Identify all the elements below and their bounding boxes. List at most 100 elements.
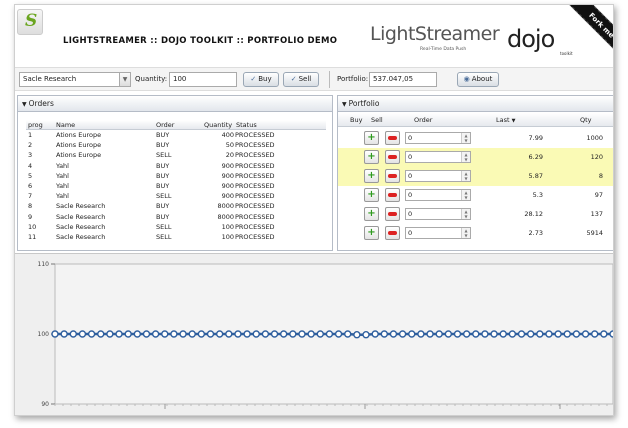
table-row[interactable]: 4 Yahl BUY 900 PROCESSED: [26, 161, 326, 171]
order-quantity-stepper[interactable]: 0 ▲ ▼: [405, 170, 471, 182]
spinner-arrows-icon[interactable]: ▲ ▼: [461, 171, 470, 181]
dojo-logo[interactable]: dojo: [507, 25, 555, 53]
data-point: [87, 330, 96, 338]
portfolio-header-row: Buy Sell Order Last ▼ Qty: [338, 113, 613, 128]
portfolio-panel: ▼ Portfolio Buy Sell Order Last ▼ Qty +0 ▲…: [337, 95, 613, 251]
portfolio-row: +0 ▲ ▼ 5.87 8: [338, 167, 613, 186]
data-point: [279, 330, 288, 338]
col-header-name[interactable]: Name: [56, 120, 75, 130]
minus-icon[interactable]: [385, 188, 400, 202]
plus-icon[interactable]: +: [364, 169, 379, 183]
table-row[interactable]: 6 Yahl BUY 900 PROCESSED: [26, 181, 326, 191]
fork-me-ribbon[interactable]: Fork me on: [561, 5, 613, 75]
stock-select[interactable]: Sacle Research ▼: [19, 72, 131, 87]
data-point: [325, 330, 334, 338]
chevron-down-icon[interactable]: ▼: [119, 73, 130, 86]
order-cell-status: PROCESSED: [235, 192, 275, 201]
order-cell-order: SELL: [156, 151, 172, 160]
table-row[interactable]: 1 Ations Europe BUY 400 PROCESSED: [26, 130, 326, 140]
order-cell-name: Sacle Research: [56, 222, 106, 231]
header: S LIGHTSTREAMER :: DOJO TOOLKIT :: PORTF…: [15, 5, 613, 75]
order-quantity-stepper[interactable]: 0 ▲ ▼: [405, 208, 471, 220]
col-header-quantity[interactable]: Quantity: [204, 120, 232, 130]
table-row[interactable]: 5 Yahl BUY 900 PROCESSED: [26, 171, 326, 181]
data-point: [170, 330, 178, 338]
app-logo-icon[interactable]: S: [17, 9, 43, 35]
lightstreamer-logo[interactable]: LightStreamer Real-Time Data Push: [370, 23, 500, 59]
collapse-triangle-icon[interactable]: ▼: [22, 101, 27, 108]
portfolio-label: Portfolio:: [337, 75, 369, 83]
data-point: [188, 330, 196, 338]
spinner-arrows-icon[interactable]: ▲ ▼: [461, 133, 470, 143]
orders-panel-title[interactable]: ▼ Orders: [18, 96, 332, 112]
col-header-sell[interactable]: Sell: [371, 113, 383, 127]
data-point: [307, 330, 315, 338]
table-row[interactable]: 7 Yahl SELL 900 PROCESSED: [26, 191, 326, 201]
plus-icon[interactable]: +: [364, 150, 379, 164]
sell-button-label: Sell: [298, 75, 312, 83]
minus-icon[interactable]: [385, 207, 400, 221]
data-point: [417, 330, 425, 338]
order-cell-order: BUY: [156, 161, 170, 170]
holding-quantity: 137: [590, 210, 603, 218]
order-cell-order: SELL: [156, 192, 172, 201]
minus-icon[interactable]: [385, 226, 400, 240]
spinner-arrows-icon[interactable]: ▲ ▼: [461, 190, 470, 200]
col-header-status[interactable]: Status: [236, 120, 257, 130]
order-quantity-stepper[interactable]: 0 ▲ ▼: [405, 189, 471, 201]
col-header-order[interactable]: Order: [414, 113, 432, 127]
table-row[interactable]: 3 Ations Europe SELL 20 PROCESSED: [26, 150, 326, 160]
plus-icon[interactable]: +: [364, 226, 379, 240]
portfolio-row: +0 ▲ ▼ 28.12 137: [338, 205, 613, 224]
portfolio-row: +0 ▲ ▼ 2.73 5914: [338, 224, 613, 243]
data-point: [124, 330, 132, 338]
col-header-buy[interactable]: Buy: [350, 113, 362, 127]
order-cell-status: PROCESSED: [235, 141, 275, 150]
data-point: [69, 330, 77, 338]
spinner-arrows-icon[interactable]: ▲ ▼: [461, 228, 470, 238]
portfolio-title-text: Portfolio: [348, 99, 380, 108]
order-cell-status: PROCESSED: [235, 232, 275, 241]
table-row[interactable]: 8 Sacle Research BUY 8000 PROCESSED: [26, 201, 326, 211]
plus-icon[interactable]: +: [364, 188, 379, 202]
data-point: [316, 330, 324, 338]
col-header-order[interactable]: Order: [156, 120, 174, 130]
data-point: [78, 330, 87, 338]
data-point: [243, 330, 251, 338]
col-header-prog[interactable]: prog: [28, 120, 43, 130]
plus-icon[interactable]: +: [364, 207, 379, 221]
col-header-qty[interactable]: Qty: [580, 113, 592, 127]
order-cell-name: Yahl: [56, 171, 69, 180]
minus-icon[interactable]: [385, 150, 400, 164]
quantity-label: Quantity:: [135, 75, 168, 83]
col-header-last[interactable]: Last ▼: [496, 113, 515, 128]
data-point: [334, 330, 343, 338]
order-quantity-stepper[interactable]: 0 ▲ ▼: [405, 227, 471, 239]
order-cell-order: BUY: [156, 181, 170, 190]
spinner-arrows-icon[interactable]: ▲ ▼: [461, 209, 470, 219]
table-row[interactable]: 9 Sacle Research BUY 8000 PROCESSED: [26, 212, 326, 222]
plus-icon[interactable]: +: [364, 131, 379, 145]
collapse-triangle-icon[interactable]: ▼: [342, 101, 347, 108]
data-point: [60, 330, 68, 338]
minus-icon[interactable]: [385, 169, 400, 183]
lightstreamer-logo-text: LightStreamer: [370, 23, 500, 45]
buy-button[interactable]: ✓ Buy: [243, 72, 279, 87]
portfolio-row: +0 ▲ ▼ 7.99 1000: [338, 129, 613, 148]
about-button[interactable]: ◉ About: [457, 72, 499, 87]
quantity-input[interactable]: 100: [169, 72, 237, 87]
table-row[interactable]: 10 Sacle Research SELL 100 PROCESSED: [26, 222, 326, 232]
table-row[interactable]: 2 Ations Europe BUY 50 PROCESSED: [26, 140, 326, 150]
sell-button[interactable]: ✓ Sell: [283, 72, 319, 87]
data-point: [51, 330, 59, 338]
spinner-arrows-icon[interactable]: ▲ ▼: [461, 152, 470, 162]
portfolio-panel-title[interactable]: ▼ Portfolio: [338, 96, 613, 112]
table-row[interactable]: 11 Sacle Research SELL 100 PROCESSED: [26, 232, 326, 242]
order-cell-name: Yahl: [56, 181, 69, 190]
minus-icon[interactable]: [385, 131, 400, 145]
order-cell-prog: 3: [28, 151, 33, 160]
order-quantity-stepper[interactable]: 0 ▲ ▼: [405, 151, 471, 163]
data-point: [215, 330, 224, 338]
order-quantity-stepper[interactable]: 0 ▲ ▼: [405, 132, 471, 144]
portfolio-row: +0 ▲ ▼ 6.29 120: [338, 148, 613, 167]
